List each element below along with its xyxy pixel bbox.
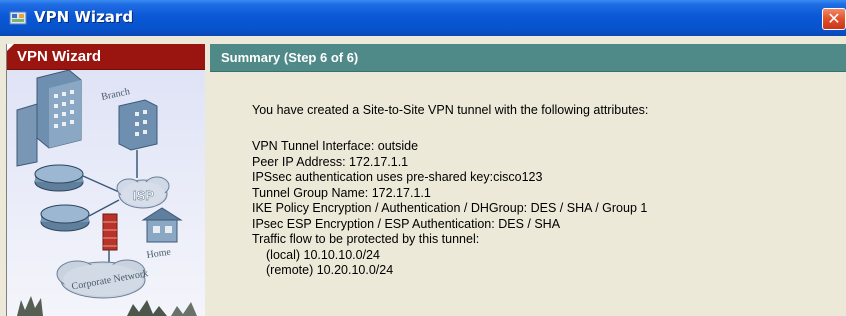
isp-label: ISP [133, 188, 154, 203]
attribute-pre-shared-key: IPSsec authentication uses pre-shared ke… [252, 170, 543, 184]
app-icon [9, 9, 27, 27]
step-header: Summary (Step 6 of 6) [210, 44, 846, 72]
side-panel-title: VPN Wizard [17, 48, 102, 65]
attribute-tunnel-group: Tunnel Group Name: 172.17.1.1 [252, 185, 431, 200]
title-bar[interactable]: VPN Wizard ✕ [0, 0, 846, 36]
network-illustration: Branch ISP Home Corporate Network [7, 70, 205, 316]
wizard-side-panel: VPN Wizard Branch ISP Home Corporate Net… [6, 44, 205, 316]
attribute-peer-ip: Peer IP Address: 172.17.1.1 [252, 154, 409, 169]
office-building-icon [118, 99, 158, 151]
firewall-icon [102, 213, 118, 251]
window-title: VPN Wizard [34, 8, 134, 26]
attribute-remote-network: (remote) 10.20.10.0/24 [266, 263, 394, 277]
step-title: Summary (Step 6 of 6) [221, 50, 359, 65]
side-panel-header: VPN Wizard [7, 44, 205, 70]
attribute-ike-policy: IKE Policy Encryption / Authentication /… [252, 201, 648, 215]
close-button[interactable]: ✕ [822, 8, 846, 30]
attribute-traffic-flow: Traffic flow to be protected by this tun… [252, 232, 480, 246]
close-icon: ✕ [827, 9, 841, 28]
tunnel-attributes-list: VPN Tunnel Interface: outside Peer IP Ad… [252, 139, 647, 279]
header-corner-mark [7, 44, 14, 51]
attribute-tunnel-interface: VPN Tunnel Interface: outside [252, 139, 419, 153]
vpn-wizard-window: VPN Wizard ✕ VPN Wizard Branch ISP Home … [0, 0, 846, 316]
summary-content: You have created a Site-to-Site VPN tunn… [210, 72, 846, 316]
attribute-ipsec-esp: IPsec ESP Encryption / ESP Authenticatio… [252, 216, 561, 231]
summary-intro: You have created a Site-to-Site VPN tunn… [252, 103, 649, 117]
attribute-local-network: (local) 10.10.10.0/24 [266, 247, 380, 262]
